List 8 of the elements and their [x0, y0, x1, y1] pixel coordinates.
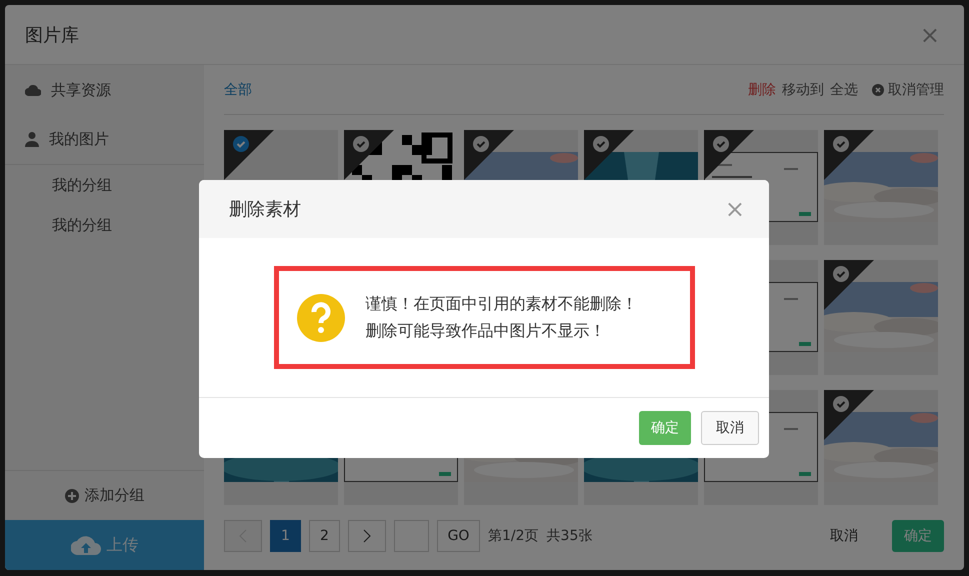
sidebar-item-label: 共享资源 [51, 80, 111, 100]
window-title: 图片库 [25, 24, 79, 46]
sidebar-item-label: 我的图片 [49, 130, 109, 149]
warning-text: 谨慎！在页面中引用的素材不能删除！ [366, 294, 638, 314]
total-count: 共35张 [546, 527, 592, 545]
dialog-title: 删除素材 [229, 198, 301, 221]
page-info: 第1/2页 [488, 527, 539, 545]
warning-text: 删除可能导致作品中图片不显示！ [366, 320, 606, 342]
